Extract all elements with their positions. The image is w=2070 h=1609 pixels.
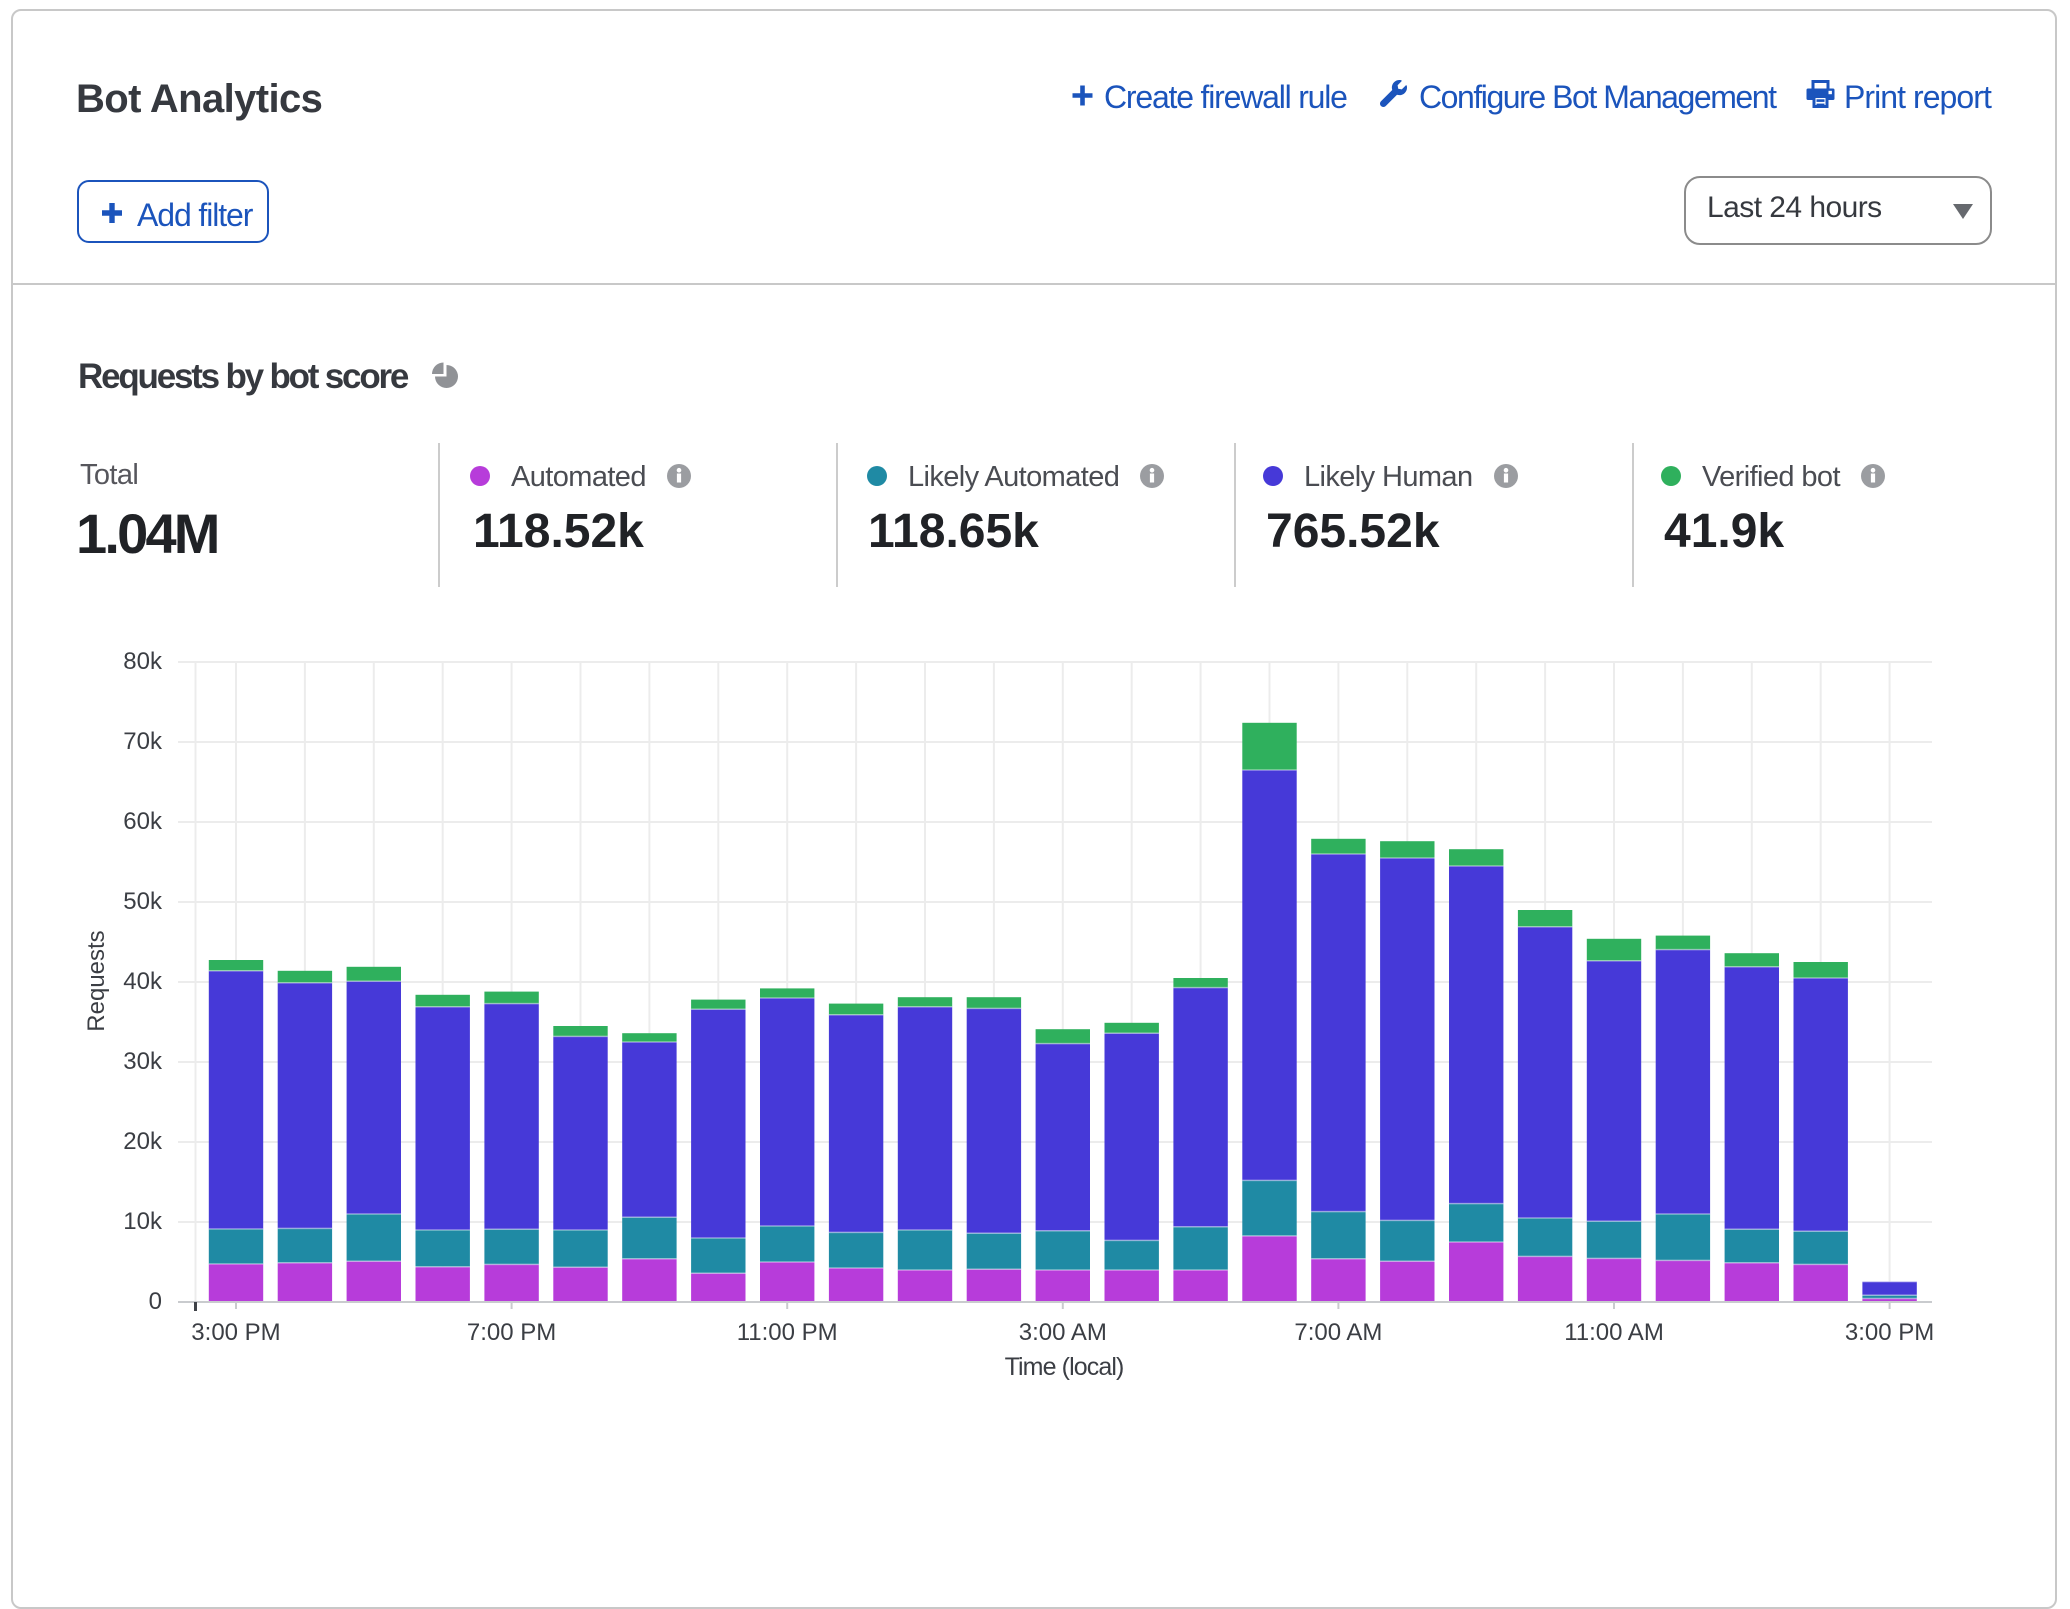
svg-text:3:00 AM: 3:00 AM bbox=[1019, 1319, 1107, 1346]
svg-text:Time (local): Time (local) bbox=[1005, 1353, 1124, 1381]
svg-text:3:00 PM: 3:00 PM bbox=[1845, 1319, 1934, 1346]
svg-text:70k: 70k bbox=[123, 728, 163, 755]
svg-text:80k: 80k bbox=[123, 648, 163, 675]
svg-text:11:00 PM: 11:00 PM bbox=[737, 1319, 838, 1346]
svg-text:40k: 40k bbox=[123, 968, 163, 995]
svg-text:3:00 PM: 3:00 PM bbox=[191, 1319, 280, 1346]
svg-text:11:00 AM: 11:00 AM bbox=[1564, 1319, 1664, 1346]
svg-text:50k: 50k bbox=[123, 888, 163, 915]
svg-text:60k: 60k bbox=[123, 808, 163, 835]
svg-text:30k: 30k bbox=[123, 1048, 163, 1075]
svg-text:7:00 PM: 7:00 PM bbox=[467, 1319, 556, 1346]
svg-text:Requests: Requests bbox=[83, 930, 110, 1031]
svg-text:0: 0 bbox=[149, 1288, 162, 1315]
svg-text:20k: 20k bbox=[123, 1128, 163, 1155]
svg-text:7:00 AM: 7:00 AM bbox=[1294, 1319, 1382, 1346]
svg-text:10k: 10k bbox=[123, 1208, 163, 1235]
